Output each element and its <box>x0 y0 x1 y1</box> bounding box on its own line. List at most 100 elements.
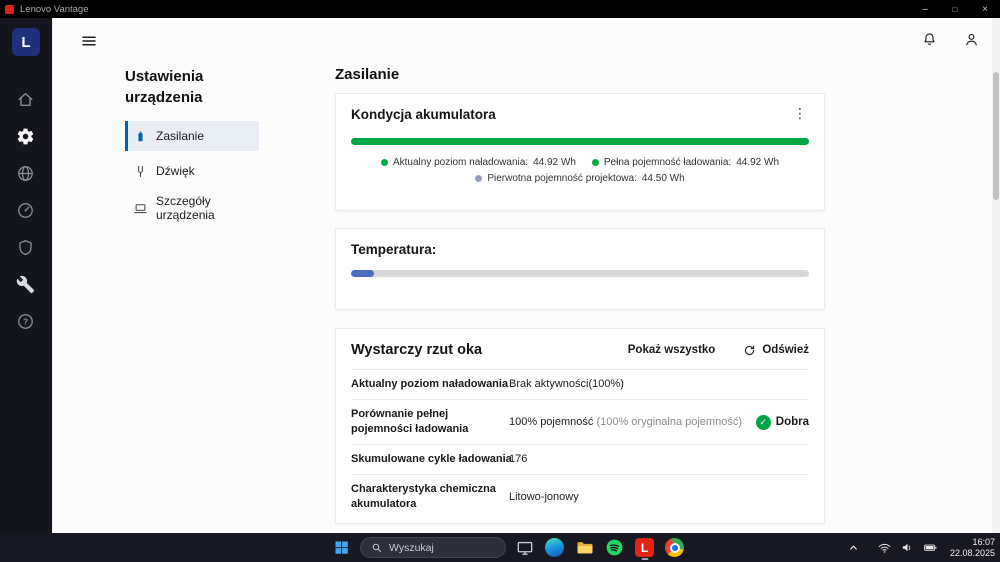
hamburger-menu-icon[interactable] <box>80 32 98 50</box>
legend-label: Pierwotna pojemność projektowa: <box>487 173 637 184</box>
sound-tuning-fork-icon <box>133 164 148 179</box>
svg-text:?: ? <box>23 316 28 326</box>
row-label: Skumulowane cykle ładowania <box>351 453 512 465</box>
browser-globe-icon[interactable] <box>16 163 36 183</box>
legend-value: 44.92 Wh <box>736 157 780 168</box>
taskbar-clock[interactable]: 16:07 22.08.2025 <box>950 537 995 558</box>
monitor-icon[interactable] <box>513 534 536 561</box>
windows-taskbar: Wyszukaj L 16:07 22.08.2025 <box>0 533 1000 562</box>
show-all-button[interactable]: Pokaż wszystko <box>628 344 716 356</box>
primary-sidebar: L ? <box>0 18 52 533</box>
close-button[interactable]: × <box>970 0 1000 18</box>
row-label: Charakterystyka chemiczna akumulatora <box>351 483 496 510</box>
row-label: Aktualny poziom naładowania <box>351 378 509 390</box>
vantage-logo[interactable]: L <box>12 28 40 56</box>
maximize-button[interactable]: □ <box>940 0 970 18</box>
search-placeholder: Wyszukaj <box>389 541 434 554</box>
chrome-icon[interactable] <box>663 534 686 561</box>
glance-card: Wystarczy rzut oka Pokaż wszystko Odświe… <box>335 328 825 524</box>
check-circle-icon: ✓ <box>755 414 771 430</box>
subnav-list: Zasilanie Dźwięk Szczegóły urządzenia <box>125 121 259 225</box>
device-settings-nav: Ustawienia urządzenia Zasilanie Dźwięk S… <box>125 66 259 225</box>
spotify-icon[interactable] <box>603 534 626 561</box>
taskbar-apps: Wyszukaj L <box>330 533 686 562</box>
battery-legend-row2: Pierwotna pojemność projektowa: 44.50 Wh <box>351 173 809 184</box>
hardware-tools-icon[interactable] <box>16 274 36 294</box>
security-shield-icon[interactable] <box>16 237 36 257</box>
window-controls: – □ × <box>910 0 1000 18</box>
battery-condition-card: Kondycja akumulatora ⋮ Aktualny poziom n… <box>335 93 825 211</box>
lenovo-vantage-icon[interactable]: L <box>633 534 656 561</box>
legend-label: Aktualny poziom naładowania: <box>392 157 529 168</box>
refresh-label: Odśwież <box>762 344 809 356</box>
user-account-icon[interactable] <box>963 31 980 48</box>
laptop-icon <box>133 201 148 216</box>
app-body: L ? Ustawienia urządzenia Zasilanie Dźwi… <box>0 18 1000 533</box>
clock-time: 16:07 <box>972 537 995 547</box>
lenovo-vantage-window: Lenovo Vantage – □ × L ? Ustawienia urzą… <box>0 0 1000 562</box>
more-options-icon[interactable]: ⋮ <box>791 106 809 120</box>
row-value: 100% pojemność (100% oryginalna pojemnoś… <box>509 415 742 428</box>
row-value: 176 <box>509 453 528 465</box>
legend-item: Pierwotna pojemność projektowa: 44.50 Wh <box>475 173 685 184</box>
card-title: Temperatura: <box>351 242 437 257</box>
topbar-actions <box>921 31 980 48</box>
search-input[interactable]: Wyszukaj <box>360 537 506 558</box>
nav-item-zasilanie[interactable]: Zasilanie <box>125 121 259 151</box>
nav-item-label: Zasilanie <box>156 129 205 143</box>
performance-gauge-icon[interactable] <box>16 200 36 220</box>
row-value-muted: (100% oryginalna pojemność) <box>596 415 742 428</box>
nav-item-dzwiek[interactable]: Dźwięk <box>125 156 259 186</box>
table-row: Skumulowane cykle ładowania 176 <box>351 444 809 474</box>
support-help-icon[interactable]: ? <box>16 311 36 331</box>
folder-icon[interactable] <box>573 534 596 561</box>
row-value: Brak aktywności(100%) <box>509 378 624 390</box>
nav-item-label: Dźwięk <box>156 164 195 178</box>
sidebar-icon-rail: ? <box>16 89 36 331</box>
page-title: Zasilanie <box>335 66 400 83</box>
window-title: Lenovo Vantage <box>20 3 89 15</box>
scrollbar-thumb[interactable] <box>993 72 999 200</box>
legend-label: Pełna pojemność ładowania: <box>603 157 732 168</box>
nav-item-szczegoly[interactable]: Szczegóły urządzenia <box>125 191 259 225</box>
legend-value: 44.50 Wh <box>641 173 685 184</box>
nav-item-label: Szczegóły urządzenia <box>156 194 215 222</box>
battery-tray-icon[interactable] <box>923 540 939 556</box>
settings-gear-icon[interactable] <box>16 126 36 146</box>
vantage-app-icon <box>5 4 14 14</box>
legend-dot <box>380 159 388 166</box>
battery-legend-row1: Aktualny poziom naładowania: 44.92 Wh Pe… <box>351 157 809 168</box>
system-tray: 16:07 22.08.2025 <box>846 533 995 562</box>
table-row: Aktualny poziom naładowania Brak aktywno… <box>351 369 809 399</box>
temperature-bar-track <box>351 270 809 277</box>
legend-value: 44.92 Wh <box>533 157 576 168</box>
temperature-card: Temperatura: <box>335 228 825 310</box>
titlebar: Lenovo Vantage – □ × <box>0 0 1000 18</box>
status-badge: ✓ Dobra <box>755 414 809 430</box>
active-app-indicator <box>641 557 648 560</box>
table-row: Porównanie pełnej pojemności ładowania 1… <box>351 399 809 444</box>
volume-icon[interactable] <box>900 540 916 556</box>
battery-icon <box>133 129 148 144</box>
card-title: Kondycja akumulatora <box>351 107 496 122</box>
windows-start-icon[interactable] <box>330 534 353 561</box>
home-icon[interactable] <box>16 89 36 109</box>
legend-dot <box>475 175 483 182</box>
minimize-button[interactable]: – <box>910 0 940 18</box>
notifications-bell-icon[interactable] <box>921 31 938 48</box>
subnav-title: Ustawienia urządzenia <box>125 68 204 106</box>
chevron-up-icon[interactable] <box>846 540 862 556</box>
temperature-bar-fill <box>351 270 374 277</box>
main-panel: Zasilanie Kondycja akumulatora ⋮ Aktualn… <box>335 18 825 533</box>
scrollbar-track[interactable] <box>992 18 1000 533</box>
legend-item: Aktualny poziom naładowania: 44.92 Wh <box>380 157 576 168</box>
badge-label: Dobra <box>775 416 809 428</box>
refresh-button[interactable]: Odśwież <box>743 344 809 357</box>
wifi-icon[interactable] <box>877 540 893 556</box>
search-icon <box>372 543 381 552</box>
table-row: Charakterystyka chemiczna akumulatora Li… <box>351 474 809 519</box>
legend-item: Pełna pojemność ładowania: 44.92 Wh <box>591 157 780 168</box>
legend-dot <box>591 159 599 166</box>
row-value: Litowo-jonowy <box>509 490 579 503</box>
edge-icon[interactable] <box>543 534 566 561</box>
